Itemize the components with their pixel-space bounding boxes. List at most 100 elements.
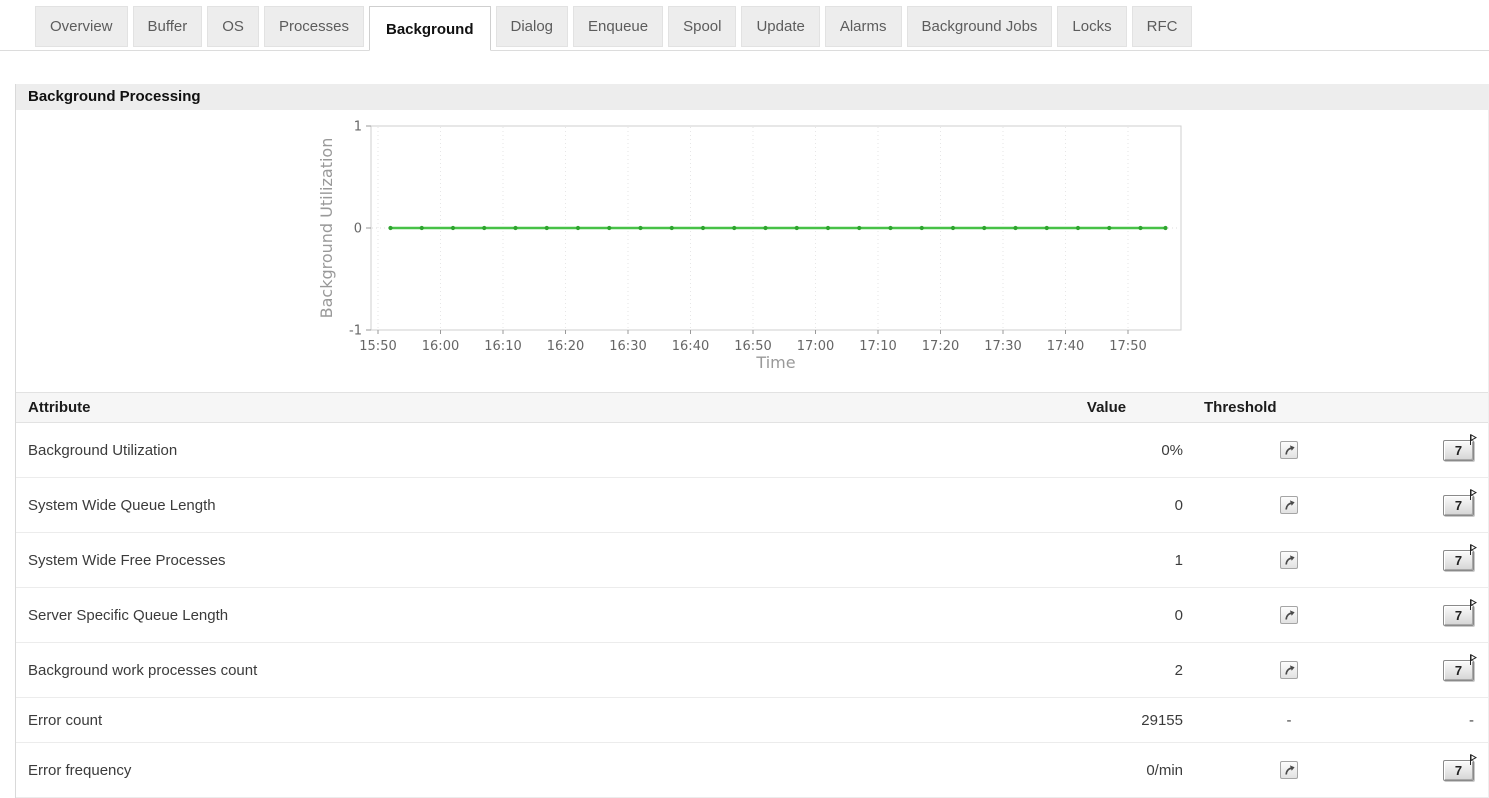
pennant-marker-icon: [1469, 544, 1477, 556]
table-row: Error frequency0/min7: [16, 743, 1488, 798]
svg-text:16:50: 16:50: [734, 339, 771, 354]
history-button-label: 7: [1455, 608, 1462, 623]
threshold-cell: [1184, 423, 1394, 478]
edit-threshold-button[interactable]: [1280, 661, 1298, 679]
history-7-days-button[interactable]: 7: [1443, 495, 1474, 516]
history-button-label: 7: [1455, 763, 1462, 778]
table-row: Background Utilization0% 7: [16, 423, 1488, 478]
svg-text:16:00: 16:00: [422, 339, 459, 354]
svg-text:16:30: 16:30: [609, 339, 646, 354]
utilization-chart: 15:50 16:00 16:10 16:20 16:30 16:40 16:50 17:00…: [316, 112, 1196, 374]
edit-threshold-button[interactable]: [1280, 606, 1298, 624]
history-button-label: 7: [1455, 498, 1462, 513]
history-7-days-button[interactable]: 7: [1443, 605, 1474, 626]
history-7-days-button[interactable]: 7: [1443, 440, 1474, 461]
column-header-value: Value: [1029, 393, 1184, 423]
pennant-marker-icon: [1469, 599, 1477, 611]
curved-arrow-up-right-icon: [1283, 499, 1296, 512]
attribute-value: 29155: [1029, 698, 1184, 743]
threshold-empty: -: [1287, 712, 1292, 729]
table-row: Background work processes count2 7: [16, 643, 1488, 698]
tab-locks[interactable]: Locks: [1057, 6, 1126, 47]
threshold-cell: [1184, 478, 1394, 533]
column-header-actions: [1394, 393, 1488, 423]
tab-os[interactable]: OS: [207, 6, 259, 47]
table-row: System Wide Queue Length0 7: [16, 478, 1488, 533]
metrics-table-body: Background Utilization0%7System Wide Que…: [16, 423, 1488, 798]
attribute-value: 0%: [1029, 423, 1184, 478]
threshold-cell: -: [1184, 698, 1394, 743]
history-button-label: 7: [1455, 443, 1462, 458]
curved-arrow-up-right-icon: [1283, 609, 1296, 622]
attribute-value: 1: [1029, 533, 1184, 588]
curved-arrow-up-right-icon: [1283, 444, 1296, 457]
svg-text:0: 0: [354, 222, 362, 237]
history-7-days-button[interactable]: 7: [1443, 550, 1474, 571]
chart-area: 15:50 16:00 16:10 16:20 16:30 16:40 16:50 17:00…: [16, 110, 1488, 392]
attribute-value: 0: [1029, 588, 1184, 643]
tab-processes[interactable]: Processes: [264, 6, 364, 47]
attribute-value: 0/min: [1029, 743, 1184, 798]
edit-threshold-button[interactable]: [1280, 551, 1298, 569]
attribute-label: Background work processes count: [16, 643, 1029, 698]
tab-enqueue[interactable]: Enqueue: [573, 6, 663, 47]
table-row: System Wide Free Processes1 7: [16, 533, 1488, 588]
tab-spool[interactable]: Spool: [668, 6, 736, 47]
edit-threshold-button[interactable]: [1280, 441, 1298, 459]
tab-background-jobs[interactable]: Background Jobs: [907, 6, 1053, 47]
svg-text:17:50: 17:50: [1109, 339, 1146, 354]
table-row: Error count29155 - -: [16, 698, 1488, 743]
column-header-threshold: Threshold: [1184, 393, 1394, 423]
history-cell: 7: [1394, 478, 1488, 533]
edit-threshold-button[interactable]: [1280, 496, 1298, 514]
history-cell: 7: [1394, 423, 1488, 478]
pennant-marker-icon: [1469, 654, 1477, 666]
history-7-days-button[interactable]: 7: [1443, 760, 1474, 781]
edit-threshold-button[interactable]: [1280, 761, 1298, 779]
svg-text:17:10: 17:10: [859, 339, 896, 354]
column-header-attribute: Attribute: [16, 393, 1029, 423]
threshold-cell: [1184, 743, 1394, 798]
tab-background[interactable]: Background: [369, 6, 491, 51]
table-row: Server Specific Queue Length07: [16, 588, 1488, 643]
svg-text:17:30: 17:30: [984, 339, 1021, 354]
threshold-cell: [1184, 643, 1394, 698]
threshold-cell: [1184, 533, 1394, 588]
svg-text:16:20: 16:20: [547, 339, 584, 354]
attribute-label: System Wide Queue Length: [16, 478, 1029, 533]
y-axis-label: Background Utilization: [317, 138, 336, 319]
attribute-value: 2: [1029, 643, 1184, 698]
section-title: Background Processing: [16, 84, 1488, 110]
tab-dialog[interactable]: Dialog: [496, 6, 569, 47]
attribute-label: Error count: [16, 698, 1029, 743]
history-cell: 7: [1394, 588, 1488, 643]
tab-overview[interactable]: Overview: [35, 6, 128, 47]
attribute-value: 0: [1029, 478, 1184, 533]
svg-text:15:50: 15:50: [359, 339, 396, 354]
svg-text:1: 1: [354, 120, 362, 135]
pennant-marker-icon: [1469, 434, 1477, 446]
metrics-table: Attribute Value Threshold Background Uti…: [16, 392, 1488, 798]
history-cell: 7: [1394, 743, 1488, 798]
attribute-label: System Wide Free Processes: [16, 533, 1029, 588]
svg-text:17:40: 17:40: [1047, 339, 1084, 354]
pennant-marker-icon: [1469, 489, 1477, 501]
tab-buffer[interactable]: Buffer: [133, 6, 203, 47]
svg-text:17:20: 17:20: [922, 339, 959, 354]
svg-text:16:10: 16:10: [484, 339, 521, 354]
history-cell: -: [1394, 698, 1488, 743]
history-7-days-button[interactable]: 7: [1443, 660, 1474, 681]
history-cell: 7: [1394, 643, 1488, 698]
curved-arrow-up-right-icon: [1283, 554, 1296, 567]
svg-text:17:00: 17:00: [797, 339, 834, 354]
tab-rfc[interactable]: RFC: [1132, 6, 1193, 47]
attribute-label: Background Utilization: [16, 423, 1029, 478]
curved-arrow-up-right-icon: [1283, 764, 1296, 777]
x-axis-label: Time: [755, 353, 795, 372]
history-button-label: 7: [1455, 553, 1462, 568]
tab-update[interactable]: Update: [741, 6, 819, 47]
tab-alarms[interactable]: Alarms: [825, 6, 902, 47]
svg-text:16:40: 16:40: [672, 339, 709, 354]
threshold-cell: [1184, 588, 1394, 643]
history-empty: -: [1469, 712, 1474, 729]
